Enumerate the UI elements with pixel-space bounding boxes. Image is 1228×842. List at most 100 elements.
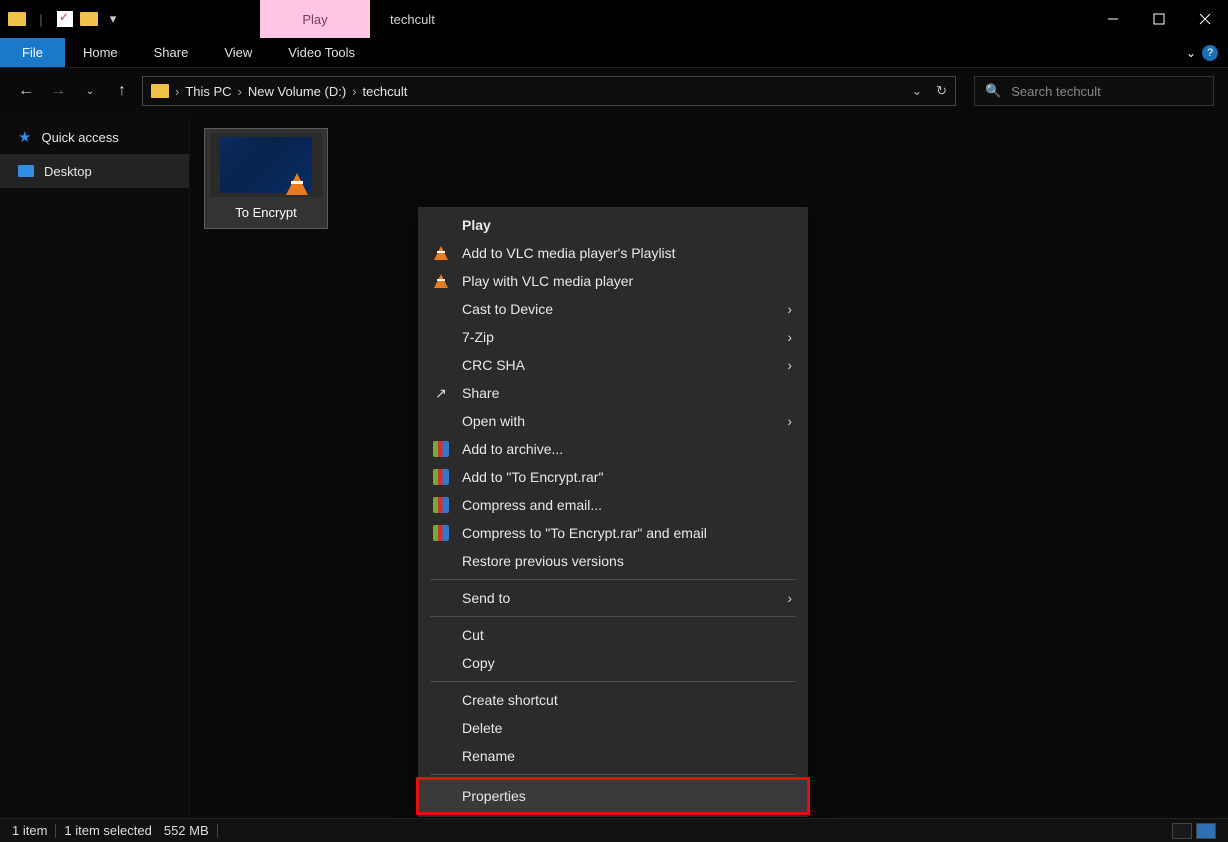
vlc-cone-icon xyxy=(286,173,308,195)
close-icon xyxy=(1199,13,1211,25)
ctx-crc-sha[interactable]: CRC SHA› xyxy=(418,351,808,379)
context-menu: Play Add to VLC media player's Playlist … xyxy=(418,207,808,817)
sidebar-desktop[interactable]: Desktop xyxy=(0,154,189,188)
maximize-button[interactable] xyxy=(1136,0,1182,38)
ctx-vlc-play[interactable]: Play with VLC media player xyxy=(418,267,808,295)
recent-locations-icon[interactable]: ⌄ xyxy=(78,79,102,103)
submenu-arrow-icon: › xyxy=(787,301,792,317)
window-controls xyxy=(1090,0,1228,38)
location-folder-icon xyxy=(151,84,169,98)
minimize-icon xyxy=(1107,13,1119,25)
breadcrumb-folder[interactable]: techcult xyxy=(363,84,408,99)
details-view-icon[interactable] xyxy=(1172,823,1192,839)
ctx-play[interactable]: Play xyxy=(418,211,808,239)
ctx-cast[interactable]: Cast to Device› xyxy=(418,295,808,323)
ctx-label: Share xyxy=(462,385,499,401)
ctx-label: Delete xyxy=(462,720,502,736)
ctx-add-archive[interactable]: Add to archive... xyxy=(418,435,808,463)
ctx-label: Cut xyxy=(462,627,484,643)
ctx-create-shortcut[interactable]: Create shortcut xyxy=(418,686,808,714)
ribbon-tabs: File Home Share View Video Tools ⌄ ? xyxy=(0,38,1228,68)
search-icon: 🔍 xyxy=(985,83,1001,99)
ctx-label: Restore previous versions xyxy=(462,553,624,569)
status-separator xyxy=(55,824,56,838)
new-folder-icon[interactable] xyxy=(78,8,100,30)
ctx-compress-rar-email[interactable]: Compress to "To Encrypt.rar" and email xyxy=(418,519,808,547)
ctx-open-with[interactable]: Open with › xyxy=(418,407,808,435)
minimize-button[interactable] xyxy=(1090,0,1136,38)
share-tab[interactable]: Share xyxy=(136,38,207,67)
video-thumbnail xyxy=(210,133,322,197)
ctx-rename[interactable]: Rename xyxy=(418,742,808,770)
status-selected: 1 item selected xyxy=(64,823,151,838)
help-icon[interactable]: ? xyxy=(1202,45,1218,61)
view-tab[interactable]: View xyxy=(206,38,270,67)
ctx-label: Add to VLC media player's Playlist xyxy=(462,245,676,261)
ctx-separator xyxy=(430,616,796,617)
refresh-icon[interactable]: ↻ xyxy=(936,83,947,99)
ctx-7zip[interactable]: 7-Zip› xyxy=(418,323,808,351)
contextual-tab-play[interactable]: Play xyxy=(260,0,370,38)
vlc-cone-icon xyxy=(432,244,450,262)
ctx-label: Play with VLC media player xyxy=(462,273,633,289)
ctx-label: Compress to "To Encrypt.rar" and email xyxy=(462,525,707,541)
ctx-label: Add to archive... xyxy=(462,441,563,457)
ctx-label: CRC SHA xyxy=(462,357,525,373)
ctx-send-to[interactable]: Send to › xyxy=(418,584,808,612)
search-box[interactable]: 🔍 Search techcult xyxy=(974,76,1214,106)
ctx-restore-versions[interactable]: Restore previous versions xyxy=(418,547,808,575)
ctx-cut[interactable]: Cut xyxy=(418,621,808,649)
file-item-to-encrypt[interactable]: To Encrypt xyxy=(204,128,328,229)
ctx-share[interactable]: ↗Share xyxy=(418,379,808,407)
maximize-icon xyxy=(1153,13,1165,25)
winrar-icon xyxy=(432,440,450,458)
ctx-label: Properties xyxy=(462,788,526,804)
winrar-icon xyxy=(432,496,450,514)
submenu-arrow-icon: › xyxy=(787,329,792,345)
chevron-right-icon[interactable]: › xyxy=(238,84,242,99)
ctx-vlc-playlist[interactable]: Add to VLC media player's Playlist xyxy=(418,239,808,267)
navigation-bar: ← → ⌄ ↑ › This PC › New Volume (D:) › te… xyxy=(0,68,1228,114)
properties-icon[interactable] xyxy=(54,8,76,30)
submenu-arrow-icon: › xyxy=(787,413,792,429)
ctx-separator xyxy=(430,681,796,682)
window-title: techcult xyxy=(390,12,435,27)
ctx-label: Send to xyxy=(462,590,510,606)
chevron-right-icon[interactable]: › xyxy=(352,84,356,99)
sidebar-label: Quick access xyxy=(41,130,118,145)
breadcrumb-this-pc[interactable]: This PC xyxy=(185,84,231,99)
ctx-label: Open with xyxy=(462,413,525,429)
ctx-copy[interactable]: Copy xyxy=(418,649,808,677)
ctx-label: Play xyxy=(462,217,491,233)
ctx-compress-email[interactable]: Compress and email... xyxy=(418,491,808,519)
search-placeholder: Search techcult xyxy=(1011,84,1101,99)
video-tools-tab[interactable]: Video Tools xyxy=(270,38,373,67)
sidebar-label: Desktop xyxy=(44,164,92,179)
folder-icon[interactable] xyxy=(6,8,28,30)
sidebar-quick-access[interactable]: ★ Quick access xyxy=(0,120,189,154)
address-dropdown-icon[interactable]: ⌄ xyxy=(912,84,922,98)
ribbon-expand-icon[interactable]: ⌄ xyxy=(1186,46,1196,60)
status-item-count: 1 item xyxy=(12,823,47,838)
status-size: 552 MB xyxy=(164,823,209,838)
ctx-delete[interactable]: Delete xyxy=(418,714,808,742)
thumbnails-view-icon[interactable] xyxy=(1196,823,1216,839)
file-tab[interactable]: File xyxy=(0,38,65,67)
close-button[interactable] xyxy=(1182,0,1228,38)
star-icon: ★ xyxy=(18,128,31,146)
back-button[interactable]: ← xyxy=(14,79,38,103)
vlc-cone-icon xyxy=(432,272,450,290)
breadcrumb-volume[interactable]: New Volume (D:) xyxy=(248,84,346,99)
status-bar: 1 item 1 item selected 552 MB xyxy=(0,818,1228,842)
ctx-add-rar[interactable]: Add to "To Encrypt.rar" xyxy=(418,463,808,491)
ctx-label: Compress and email... xyxy=(462,497,602,513)
up-button[interactable]: ↑ xyxy=(110,79,134,103)
qat-dropdown-icon[interactable]: ▾ xyxy=(102,8,124,30)
desktop-icon xyxy=(18,165,34,177)
ctx-properties[interactable]: Properties xyxy=(418,779,808,813)
chevron-right-icon[interactable]: › xyxy=(175,84,179,99)
home-tab[interactable]: Home xyxy=(65,38,136,67)
address-bar[interactable]: › This PC › New Volume (D:) › techcult ⌄… xyxy=(142,76,956,106)
forward-button[interactable]: → xyxy=(46,79,70,103)
submenu-arrow-icon: › xyxy=(787,590,792,606)
